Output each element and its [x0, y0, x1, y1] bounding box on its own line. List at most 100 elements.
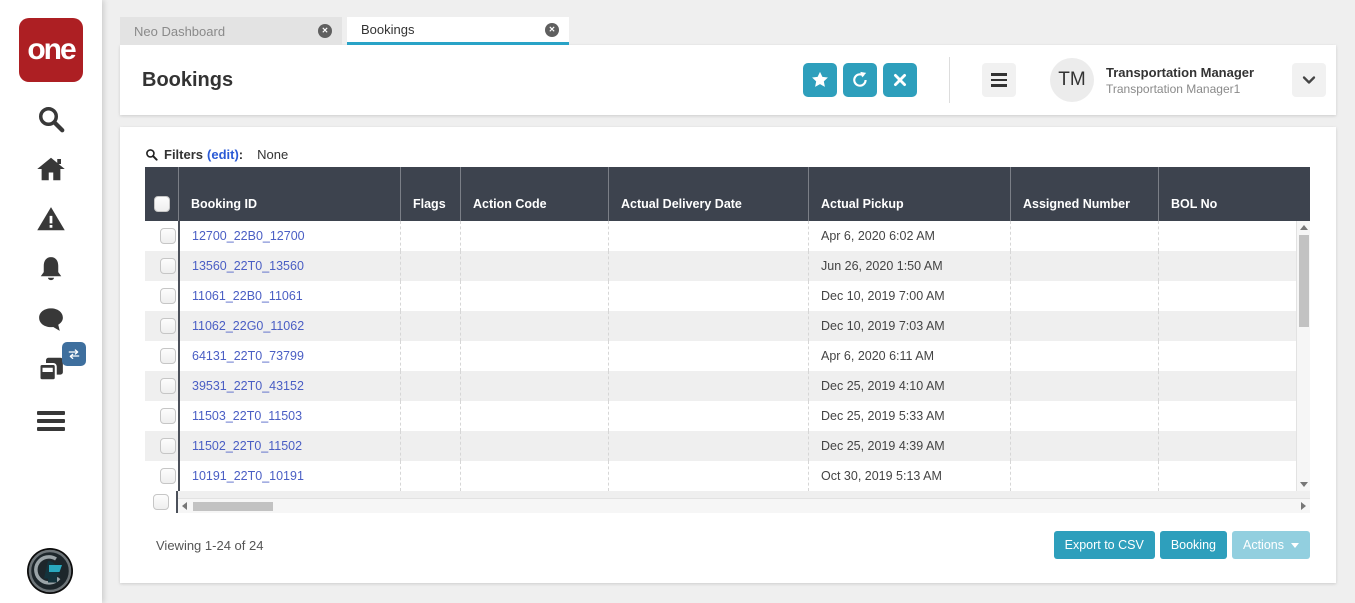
row-checkbox[interactable]: [159, 288, 176, 304]
tab-close-icon[interactable]: ✕: [545, 22, 559, 37]
row-checkbox[interactable]: [152, 494, 169, 510]
refresh-icon: [853, 71, 867, 87]
column-label: Assigned Number: [1023, 197, 1130, 211]
one-logo[interactable]: one: [19, 18, 83, 82]
star-icon: [812, 71, 828, 87]
bookings-table: Booking ID Flags Action Code Actual Deliver…: [145, 167, 1310, 513]
column-header[interactable]: Actual Delivery Date: [608, 167, 808, 221]
sidebar-item-search[interactable]: [34, 104, 68, 138]
user-name: Transportation Manager: [1106, 64, 1255, 80]
horizontal-scroll-thumb[interactable]: [193, 501, 273, 511]
sidebar-item-home[interactable]: [34, 154, 68, 188]
column-label: BOL No: [1171, 197, 1218, 211]
cell-actual-delivery-date: [608, 431, 808, 461]
column-header[interactable]: BOL No: [1158, 167, 1310, 221]
booking-id-link[interactable]: 11503_22T0_11503: [192, 409, 302, 423]
sidebar-item-workspaces[interactable]: [34, 342, 86, 388]
footer-buttons: Export to CSV Booking Actions: [1053, 531, 1310, 559]
cell-bol-no: [1158, 251, 1310, 281]
column-header[interactable]: Flags: [400, 167, 460, 221]
user-menu-button[interactable]: [1292, 63, 1326, 97]
sidebar: one: [0, 0, 102, 603]
booking-id-link[interactable]: 11502_22T0_11502: [192, 439, 302, 453]
table-row: 12700_22B0_12700 Apr 6, 2020 6:02 AM: [145, 221, 1310, 251]
vertical-scroll-thumb[interactable]: [1298, 235, 1309, 327]
sidebar-item-menu[interactable]: [34, 404, 68, 438]
row-checkbox[interactable]: [159, 468, 176, 484]
select-all-checkbox[interactable]: [153, 196, 170, 212]
cell-flags: [400, 251, 460, 281]
sidebar-item-notifications[interactable]: [34, 254, 68, 288]
booking-id-link[interactable]: 64131_22T0_73799: [192, 349, 304, 363]
scroll-left-icon[interactable]: [182, 502, 187, 510]
swap-badge-icon[interactable]: [62, 342, 86, 366]
booking-id-link[interactable]: 12700_22B0_12700: [192, 229, 305, 243]
cell-actual-delivery-date: [608, 371, 808, 401]
tab-close-icon[interactable]: ✕: [318, 24, 332, 38]
cell-flags: [400, 401, 460, 431]
filters-bar: Filters (edit) : None: [145, 127, 1310, 167]
tab-neo-dashboard[interactable]: Neo Dashboard ✕: [120, 17, 342, 45]
cell-actual-pickup: Apr 6, 2020 6:02 AM: [808, 221, 1010, 251]
row-checkbox[interactable]: [159, 408, 176, 424]
booking-id-link[interactable]: 11061_22B0_11061: [192, 289, 303, 303]
row-checkbox[interactable]: [159, 228, 176, 244]
column-header[interactable]: Booking ID: [178, 167, 400, 221]
sidebar-item-alerts[interactable]: [34, 204, 68, 238]
scroll-down-icon[interactable]: [1299, 482, 1308, 487]
column-label: Booking ID: [191, 197, 257, 211]
row-checkbox[interactable]: [159, 348, 176, 364]
tab-bookings[interactable]: Bookings ✕: [347, 17, 569, 45]
user-avatar[interactable]: TM: [1050, 58, 1094, 102]
row-checkbox-cell: [145, 281, 178, 311]
booking-id-link[interactable]: 13560_22T0_13560: [192, 259, 304, 273]
cell-actual-pickup: Dec 25, 2019 5:33 AM: [808, 401, 1010, 431]
actions-button[interactable]: Actions: [1232, 531, 1310, 559]
cell-booking-id: 39531_22T0_43152: [178, 371, 400, 401]
cell-actual-pickup: Dec 25, 2019 4:39 AM: [808, 431, 1010, 461]
row-checkbox[interactable]: [159, 318, 176, 334]
column-header[interactable]: Assigned Number: [1010, 167, 1158, 221]
horizontal-scrollbar[interactable]: [178, 498, 1310, 513]
cell-actual-delivery-date: [608, 251, 808, 281]
filter-search-icon: [146, 149, 158, 161]
cell-actual-delivery-date: [608, 281, 808, 311]
cell-flags: [400, 371, 460, 401]
booking-id-link[interactable]: 10191_22T0_10191: [192, 469, 304, 483]
cell-action-code: [460, 401, 608, 431]
partial-row-checkbox-cell: [145, 491, 178, 513]
cell-actual-pickup: Dec 25, 2019 4:10 AM: [808, 371, 1010, 401]
app-menu-button[interactable]: [982, 63, 1016, 97]
refresh-button[interactable]: [843, 63, 877, 97]
row-checkbox[interactable]: [159, 438, 176, 454]
column-label: Action Code: [473, 197, 547, 211]
cell-action-code: [460, 311, 608, 341]
filters-edit-link[interactable]: (edit): [207, 147, 239, 162]
cell-flags: [400, 461, 460, 491]
booking-id-link[interactable]: 39531_22T0_43152: [192, 379, 304, 393]
filters-colon: :: [238, 147, 244, 162]
booking-id-link[interactable]: 11062_22G0_11062: [192, 319, 304, 333]
scroll-right-icon[interactable]: [1301, 502, 1306, 510]
assistant-avatar[interactable]: [26, 547, 74, 595]
sidebar-item-messages[interactable]: [34, 304, 68, 338]
favorite-button[interactable]: [803, 63, 837, 97]
scroll-up-icon[interactable]: [1299, 225, 1308, 230]
row-checkbox[interactable]: [159, 378, 176, 394]
viewing-count: Viewing 1-24 of 24: [156, 537, 264, 553]
column-header[interactable]: Actual Pickup: [808, 167, 1010, 221]
row-checkbox-cell: [145, 221, 178, 251]
table-row: 11502_22T0_11502 Dec 25, 2019 4:39 AM: [145, 431, 1310, 461]
column-header[interactable]: Action Code: [460, 167, 608, 221]
booking-button[interactable]: Booking: [1159, 531, 1227, 559]
cell-actual-delivery-date: [608, 311, 808, 341]
cell-bol-no: [1158, 341, 1310, 371]
close-view-button[interactable]: [883, 63, 917, 97]
cell-actual-delivery-date: [608, 461, 808, 491]
vertical-scrollbar[interactable]: [1296, 221, 1310, 491]
bookings-panel: Filters (edit) : None Booking ID Flags Act…: [120, 127, 1336, 583]
export-to-csv-button[interactable]: Export to CSV: [1053, 531, 1155, 559]
user-initials: TM: [1058, 69, 1086, 90]
row-checkbox[interactable]: [159, 258, 176, 274]
cell-actual-delivery-date: [608, 341, 808, 371]
